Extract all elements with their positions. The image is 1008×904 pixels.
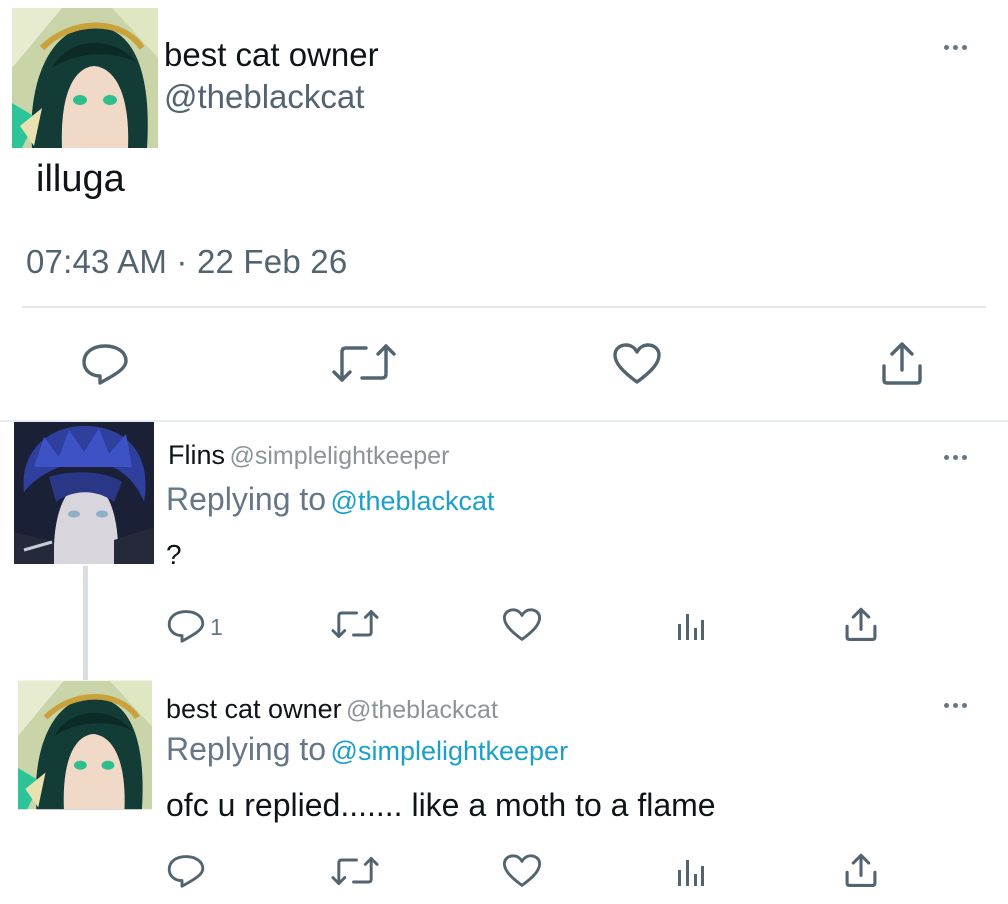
- reply-display-name[interactable]: best cat owner: [166, 694, 342, 724]
- reply-handle[interactable]: @simplelightkeeper: [229, 442, 449, 470]
- reply-more-icon[interactable]: [944, 700, 972, 710]
- main-tweet-avatar[interactable]: [12, 8, 158, 148]
- main-tweet-timestamp[interactable]: 07:43 AM · 22 Feb 26: [26, 243, 347, 281]
- share-icon: [845, 607, 877, 641]
- like-icon: [502, 608, 542, 641]
- reply-icon: [167, 610, 205, 643]
- main-like-button[interactable]: [612, 342, 662, 386]
- reply-views-button[interactable]: [676, 610, 706, 642]
- reply-handle[interactable]: @theblackcat: [346, 696, 498, 724]
- main-share-button[interactable]: [880, 340, 924, 386]
- main-reply-button[interactable]: [80, 342, 130, 386]
- reply-avatar-cat-owner[interactable]: [18, 680, 152, 810]
- reply-text: ?: [166, 539, 182, 570]
- replying-to-label: Replying to: [166, 731, 327, 767]
- like-icon: [502, 854, 542, 887]
- replying-to-label: Replying to: [166, 481, 327, 517]
- share-icon: [845, 853, 877, 887]
- reply-icon: [82, 344, 128, 385]
- reply-count: 1: [210, 614, 223, 640]
- reply-retweet-button[interactable]: [330, 608, 380, 640]
- main-tweet-display-name[interactable]: best cat owner: [164, 36, 379, 74]
- reply-avatar-flins[interactable]: [14, 422, 154, 564]
- views-icon: [678, 614, 704, 640]
- flins-avatar-image: [14, 422, 154, 564]
- reply-display-name[interactable]: Flins: [168, 440, 225, 470]
- views-icon: [678, 860, 704, 886]
- like-icon: [613, 343, 661, 384]
- reply-share-button[interactable]: [844, 852, 878, 888]
- reply-share-button[interactable]: [844, 606, 878, 642]
- main-retweet-button[interactable]: [330, 342, 398, 384]
- retweet-icon: [331, 857, 379, 885]
- share-icon: [882, 342, 922, 385]
- reply-views-button[interactable]: [676, 856, 706, 888]
- thread-connector-line: [83, 566, 88, 680]
- reply-icon: [167, 855, 205, 888]
- reply-like-button[interactable]: [502, 607, 542, 643]
- reply-reply-button[interactable]: [166, 608, 206, 644]
- reply-retweet-button[interactable]: [330, 855, 380, 887]
- reply-more-icon[interactable]: [944, 452, 972, 462]
- retweet-icon: [332, 344, 396, 382]
- reply-like-button[interactable]: [502, 853, 542, 889]
- main-tweet-text: illuga: [36, 158, 125, 200]
- cat-owner-avatar-image: [12, 8, 158, 148]
- main-tweet-handle[interactable]: @theblackcat: [164, 78, 364, 116]
- reply-reply-button[interactable]: [166, 853, 206, 889]
- cat-owner-avatar-image: [18, 680, 152, 810]
- main-tweet-more-icon[interactable]: [944, 42, 972, 52]
- retweet-icon: [331, 610, 379, 638]
- replying-to-mention[interactable]: @simplelightkeeper: [331, 736, 569, 766]
- reply-text: ofc u replied....... like a moth to a fl…: [166, 787, 716, 823]
- divider: [22, 306, 986, 308]
- replying-to-mention[interactable]: @theblackcat: [331, 486, 495, 516]
